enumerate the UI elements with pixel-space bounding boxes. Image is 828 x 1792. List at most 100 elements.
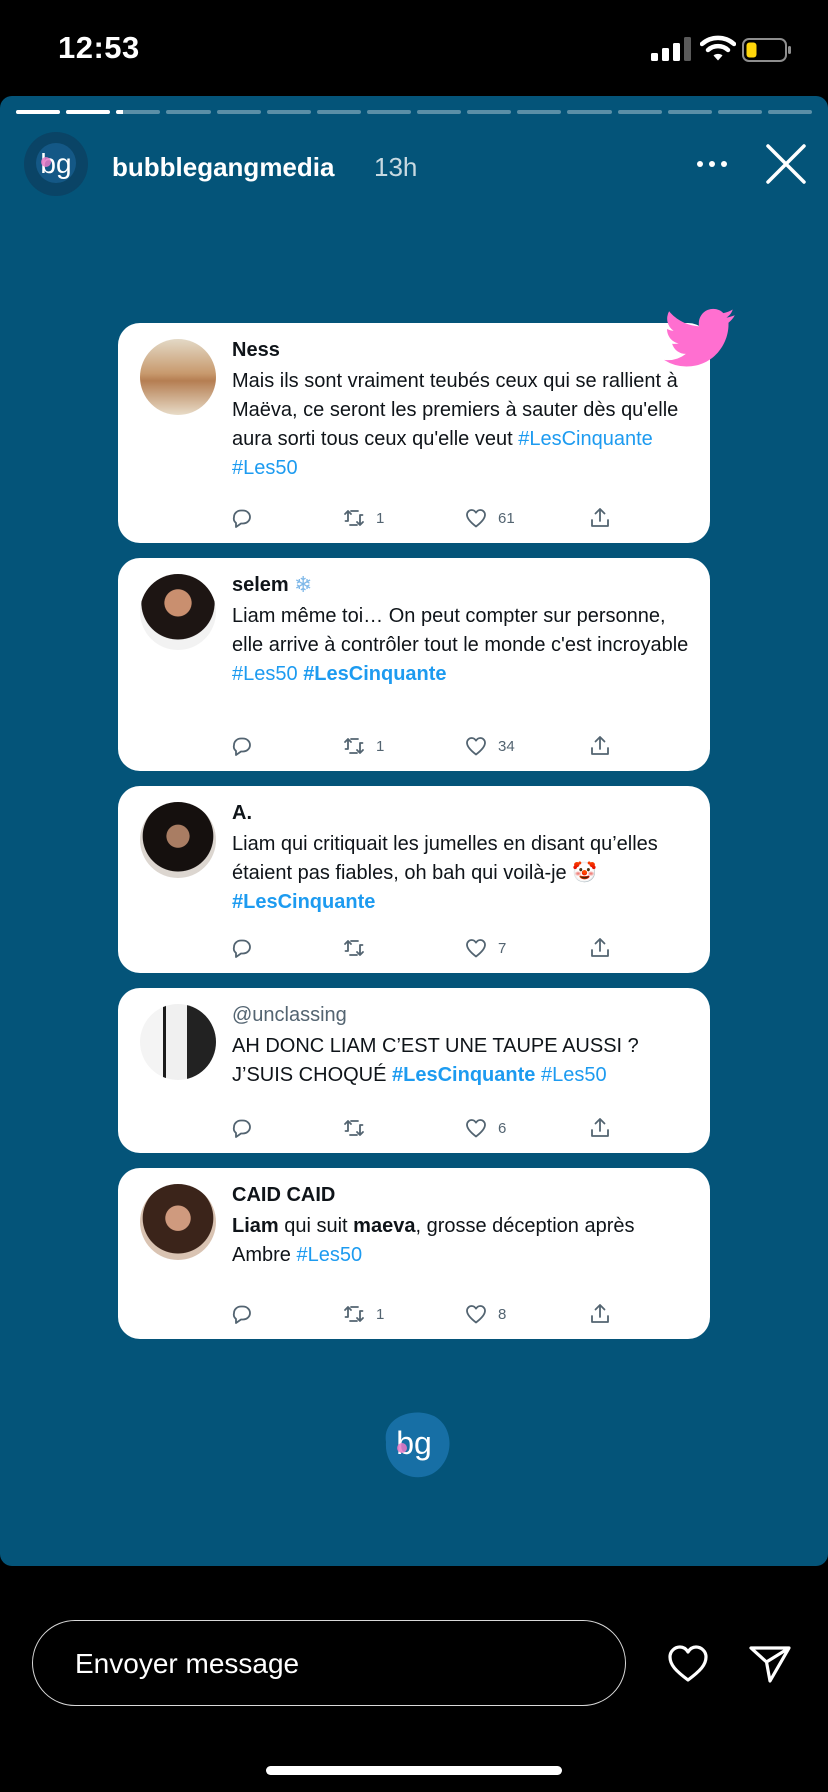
likes-count: 34 [498, 737, 515, 755]
progress-segment [467, 110, 512, 114]
progress-segment [116, 110, 161, 114]
tweet-card[interactable]: @unclassing AH DONC LIAM C’EST UNE TAUPE … [118, 988, 710, 1153]
tweet-card[interactable]: CAID CAID Liam qui suit maeva, grosse déc… [118, 1168, 710, 1339]
progress-segment [216, 110, 261, 114]
progress-segment [266, 110, 311, 114]
tweet-actions: 1 61 [230, 505, 700, 531]
retweet-icon [342, 734, 366, 758]
like-button[interactable]: 7 [464, 935, 506, 961]
like-icon [464, 936, 488, 960]
reply-icon [230, 936, 254, 960]
tweet-card[interactable]: A. Liam qui critiquait les jumelles en di… [118, 786, 710, 973]
send-message-input[interactable]: Envoyer message [32, 1620, 626, 1706]
like-button[interactable]: 6 [464, 1115, 506, 1141]
send-message-placeholder: Envoyer message [75, 1648, 300, 1679]
hashtag-link[interactable]: #LesCinquante [392, 1064, 535, 1086]
retweet-icon [342, 1116, 366, 1140]
tweet-text: Liam qui suit maeva, grosse déception ap… [232, 1212, 692, 1270]
mention-text: maeva [353, 1215, 416, 1237]
like-button[interactable]: 34 [464, 733, 515, 759]
more-icon[interactable] [690, 150, 734, 178]
tweet-actions: 7 [230, 935, 700, 961]
retweets-count: 1 [376, 509, 385, 527]
twitter-bird-icon [664, 308, 735, 367]
progress-segment [16, 110, 61, 114]
tweet-text: Liam qui critiquait les jumelles en disa… [232, 830, 692, 917]
tweet-avatar [140, 574, 216, 650]
heart-icon[interactable] [666, 1644, 710, 1684]
tweet-author-name: selem [232, 574, 289, 596]
share-icon [588, 734, 612, 758]
tweet-avatar [140, 1184, 216, 1260]
retweets-count: 1 [376, 1305, 385, 1323]
bubblegang-logo: bg [385, 1412, 450, 1478]
reply-button[interactable] [230, 505, 254, 531]
reply-button[interactable] [230, 1301, 254, 1327]
share-icon [588, 1116, 612, 1140]
share-button[interactable] [588, 1301, 612, 1327]
like-icon [464, 1302, 488, 1326]
story-progress [16, 110, 812, 114]
progress-segment [417, 110, 462, 114]
like-button[interactable]: 8 [464, 1301, 506, 1327]
hashtag-link[interactable]: #Les50 [541, 1064, 607, 1086]
progress-segment [366, 110, 411, 114]
progress-segment [567, 110, 612, 114]
retweet-button[interactable]: 1 [342, 1301, 384, 1327]
likes-count: 6 [498, 1119, 507, 1137]
progress-segment [166, 110, 211, 114]
tweet-avatar [140, 1004, 216, 1080]
status-bar: 12:53 [0, 0, 828, 96]
progress-segment [316, 110, 361, 114]
hashtag-link[interactable]: #LesCinquante [232, 891, 375, 913]
share-icon [588, 936, 612, 960]
share-icon [588, 1302, 612, 1326]
wifi-icon [700, 35, 736, 61]
tweet-author-name: Ness [232, 339, 280, 361]
share-button[interactable] [588, 733, 612, 759]
retweet-button[interactable] [342, 1115, 376, 1141]
tweet-actions: 1 34 [230, 733, 700, 759]
profile-avatar[interactable]: bg [24, 132, 88, 196]
progress-segment [617, 110, 662, 114]
tweet-avatar [140, 339, 216, 415]
tweet-text-segment: Liam même toi… On peut compter sur perso… [232, 605, 689, 656]
like-button[interactable]: 61 [464, 505, 515, 531]
tweet-author-name: CAID CAID [232, 1184, 336, 1206]
retweet-button[interactable]: 1 [342, 733, 384, 759]
close-icon[interactable] [762, 140, 810, 188]
story-username[interactable]: bubblegangmedia [112, 152, 334, 183]
hashtag-link[interactable]: #LesCinquante [518, 428, 653, 450]
tweet-actions: 18 [230, 1301, 700, 1327]
hashtag-link[interactable]: #Les50 [232, 457, 298, 479]
retweets-count: 1 [376, 737, 385, 755]
like-icon [464, 734, 488, 758]
reply-icon [230, 1116, 254, 1140]
tweet-card[interactable]: selem ❄ Liam même toi… On peut compter sur… [118, 558, 710, 771]
tweet-card[interactable]: Ness Mais ils sont vraiment teubés ceux q… [118, 323, 710, 543]
story-time-ago: 13h [374, 152, 418, 182]
hashtag-link[interactable]: #LesCinquante [303, 663, 446, 685]
tweet-text-segment: qui suit [278, 1215, 354, 1237]
reply-button[interactable] [230, 1115, 254, 1141]
retweet-button[interactable] [342, 935, 376, 961]
retweet-button[interactable]: 1 [342, 505, 384, 531]
likes-count: 61 [498, 509, 515, 527]
hashtag-link[interactable]: #Les50 [296, 1244, 362, 1266]
share-button[interactable] [588, 505, 612, 531]
retweet-icon [342, 936, 366, 960]
hashtag-link[interactable]: #Les50 [232, 663, 298, 685]
likes-count: 8 [498, 1305, 507, 1323]
mention-text: Liam [232, 1215, 279, 1237]
share-icon [588, 506, 612, 530]
reply-button[interactable] [230, 935, 254, 961]
reply-button[interactable] [230, 733, 254, 759]
share-button[interactable] [588, 1115, 612, 1141]
home-indicator [266, 1766, 562, 1775]
reply-icon [230, 734, 254, 758]
tweet-text: Liam même toi… On peut compter sur perso… [232, 602, 692, 689]
tweet-author-name: A. [232, 802, 252, 824]
share-button[interactable] [588, 935, 612, 961]
send-icon[interactable] [748, 1644, 792, 1684]
like-icon [464, 506, 488, 530]
